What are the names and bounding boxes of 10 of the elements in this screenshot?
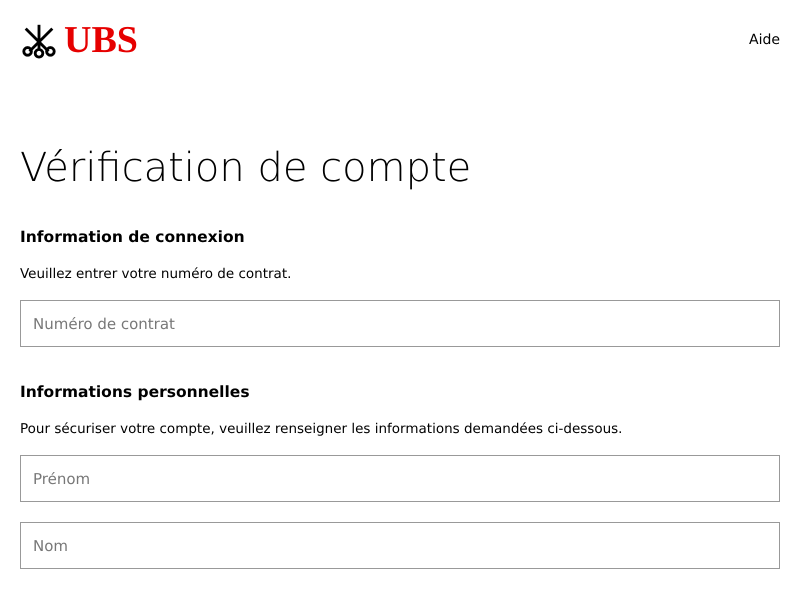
input-field[interactable]: Nom	[20, 522, 780, 569]
section-heading: Information de connexion	[20, 228, 246, 246]
input-field[interactable]: Numéro de contrat	[20, 300, 780, 347]
help-link[interactable]: Aide	[749, 32, 780, 48]
section-description: Pour sécuriser votre compte, veuillez renseigner les informations demandées ci-dessous.	[20, 421, 624, 437]
input-field[interactable]: Prénom	[20, 455, 780, 502]
section-description: Veuillez entrer votre numéro de contrat.	[20, 266, 292, 282]
logo-text: UBS	[64, 21, 138, 59]
section-heading: Informations personnelles	[20, 383, 251, 401]
page-title: Vérification de compte	[20, 144, 472, 192]
